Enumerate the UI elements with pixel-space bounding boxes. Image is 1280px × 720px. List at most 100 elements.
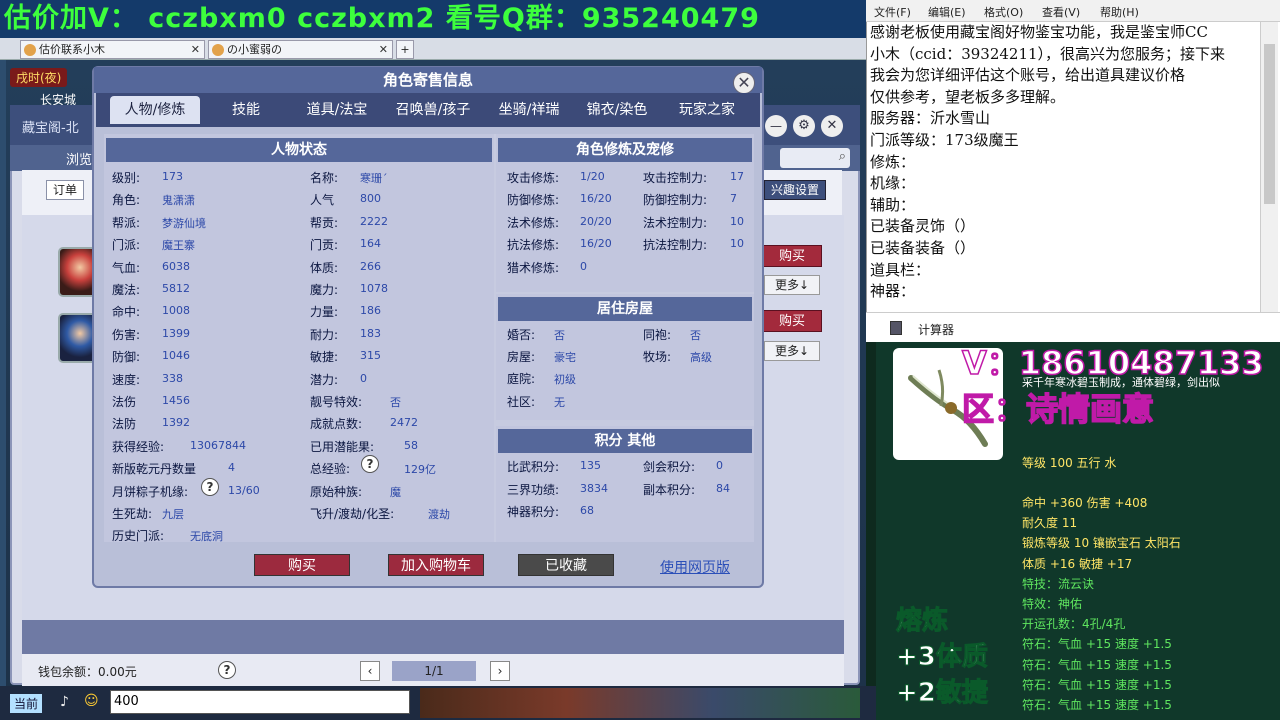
notepad-line: 仅供参考，望老板多多理解。 — [870, 87, 1066, 106]
close-icon[interactable]: ✕ — [379, 41, 388, 58]
status-value: 渡劫 — [428, 508, 450, 521]
buy-button[interactable]: 购买 — [254, 554, 350, 576]
close-icon[interactable]: ✕ — [821, 115, 843, 137]
emoji-icon[interactable]: ☺ — [84, 693, 99, 709]
notepad-text[interactable]: 感谢老板使用藏宝阁好物鉴宝功能，我是鉴宝师CC 小木（ccid：39324211）… — [870, 22, 1260, 312]
buy-button[interactable]: 购买 — [762, 245, 822, 267]
status-label: 帮派: — [112, 215, 141, 230]
tab-pets[interactable]: 召唤兽/孩子 — [386, 96, 480, 124]
cultivation-label: 攻击修炼: — [507, 171, 560, 185]
status-value: 1008 — [162, 304, 190, 318]
screen: 估价加V： cczbxm0 cczbxm2 看号Q群：935240479 估价联… — [0, 0, 1280, 720]
next-page-button[interactable]: › — [490, 661, 510, 681]
dialog-tabs: 人物/修炼 技能 道具/法宝 召唤兽/孩子 坐骑/祥瑞 锦衣/染色 玩家之家 — [96, 93, 760, 127]
status-label: 潜力: — [310, 372, 339, 387]
menu-help[interactable]: 帮助(H) — [1100, 4, 1139, 20]
use-web-version-link[interactable]: 使用网页版 — [660, 557, 730, 577]
cultivation-header: 角色修炼及宠修 — [498, 138, 752, 162]
tab-mounts[interactable]: 坐骑/祥瑞 — [484, 96, 574, 124]
gear-icon[interactable]: ⚙ — [793, 115, 815, 137]
menu-format[interactable]: 格式(O) — [984, 4, 1023, 20]
order-button[interactable]: 订单 — [46, 180, 85, 200]
menu-view[interactable]: 查看(V) — [1042, 4, 1080, 20]
status-label: 门派: — [112, 238, 141, 253]
chat-input[interactable]: 400 — [110, 690, 410, 714]
tab-character[interactable]: 人物/修炼 — [110, 96, 200, 124]
tab-costumes[interactable]: 锦衣/染色 — [574, 96, 660, 124]
add-to-cart-button[interactable]: 加入购物车 — [388, 554, 484, 576]
notepad-line: 服务器：沂水雪山 — [870, 109, 991, 128]
close-icon[interactable]: ✕ — [191, 41, 200, 58]
search-input[interactable]: ⌕ — [780, 148, 850, 168]
interest-settings-button[interactable]: 兴趣设置 — [764, 180, 827, 200]
status-value: 58 — [404, 438, 418, 452]
tab-favicon-icon — [24, 44, 36, 56]
status-value: 800 — [360, 192, 381, 206]
status-value: 2472 — [390, 416, 418, 430]
nav-browse[interactable]: 浏览 — [66, 149, 92, 168]
notepad-line: 道具栏： — [870, 260, 931, 279]
microphone-icon[interactable]: ♪ — [60, 694, 69, 710]
notepad-line: 感谢老板使用藏宝阁好物鉴宝功能，我是鉴宝师CC — [870, 23, 1208, 41]
status-label: 伤害: — [112, 327, 141, 342]
tab-items[interactable]: 道具/法宝 — [292, 96, 382, 124]
status-value: 266 — [360, 259, 381, 273]
notepad-line: 神器： — [870, 282, 916, 301]
game-chat-bar: 当前 ♪ ☺ 400 — [0, 686, 876, 720]
house-label: 庭院: — [507, 372, 536, 387]
browser-tab-2[interactable]: の小蜜弱の ✕ — [208, 40, 393, 59]
item-stat: 符石：气血 +15 速度 +1.5 — [1022, 657, 1172, 672]
status-label: 魔力: — [310, 283, 339, 297]
wallet-balance: 钱包余额：0.00元 — [38, 665, 137, 679]
help-icon[interactable]: ? — [201, 478, 219, 496]
favorited-button[interactable]: 已收藏 — [518, 554, 614, 576]
status-value: 魔王寨 — [162, 239, 195, 253]
status-value: 鬼潇潇 — [162, 194, 195, 208]
new-tab-button[interactable]: + — [396, 40, 414, 59]
status-value: 164 — [360, 237, 381, 251]
search-icon[interactable]: ⌕ — [839, 149, 846, 164]
prev-page-button[interactable]: ‹ — [360, 661, 380, 681]
minimize-icon[interactable]: — — [765, 115, 787, 137]
chat-channel[interactable]: 当前 — [10, 694, 43, 713]
tab-skills[interactable]: 技能 — [208, 96, 284, 124]
calculator-label: 计算器 — [918, 323, 955, 337]
melt-stat-2: +2敏捷 — [896, 678, 989, 709]
notepad-scrollbar[interactable] — [1260, 22, 1278, 312]
cultivation-label: 攻击控制力: — [643, 171, 708, 185]
hotkey-bar[interactable] — [420, 688, 860, 718]
help-icon[interactable]: ? — [218, 661, 236, 679]
contact-overlay: V：18610487133 — [961, 343, 1264, 383]
cultivation-label: 法术修炼: — [507, 215, 560, 230]
status-value: 无底洞 — [190, 530, 223, 544]
menu-edit[interactable]: 编辑(E) — [928, 4, 966, 20]
status-label: 飞升/渡劫/化圣: — [310, 507, 395, 521]
menu-file[interactable]: 文件(F) — [874, 4, 911, 20]
browser-tab-1[interactable]: 估价联系小木 ✕ — [20, 40, 205, 59]
help-icon[interactable]: ? — [361, 455, 379, 473]
points-header: 积分 其他 — [498, 429, 752, 453]
scroll-thumb[interactable] — [1264, 44, 1275, 204]
cultivation-label: 防御控制力: — [643, 193, 708, 208]
item-stat: 符石：气血 +15 速度 +1.5 — [1022, 698, 1172, 712]
points-label: 三界功绩: — [507, 482, 560, 497]
item-stat: 特效：神佑 — [1022, 597, 1083, 611]
points-value: 68 — [580, 504, 594, 517]
more-button[interactable]: 更多↓ — [764, 341, 820, 361]
tab-home[interactable]: 玩家之家 — [662, 96, 752, 124]
buy-button[interactable]: 购买 — [762, 310, 822, 332]
cultivation-value: 17 — [730, 170, 744, 183]
cultivation-value: 0 — [580, 259, 587, 273]
more-button[interactable]: 更多↓ — [764, 275, 820, 295]
notepad-line: 小木（ccid：39324211），很高兴为您服务；接下来 — [870, 44, 1226, 63]
cangbaoge-title: 藏宝阁-北 — [22, 121, 79, 136]
promo-banner: 估价加V： cczbxm0 cczbxm2 看号Q群：935240479 — [0, 0, 866, 38]
status-label: 名称: — [310, 171, 339, 185]
house-value: 初级 — [554, 373, 576, 387]
notepad-line: 门派等级：173级魔王 — [870, 130, 1019, 149]
close-icon[interactable]: ✕ — [733, 72, 755, 94]
status-label: 魔法: — [112, 283, 141, 297]
points-label: 副本积分: — [643, 482, 696, 497]
notepad-menu: 文件(F) 编辑(E) 格式(O) 查看(V) 帮助(H) — [866, 0, 1280, 22]
status-value: 1078 — [360, 282, 388, 295]
